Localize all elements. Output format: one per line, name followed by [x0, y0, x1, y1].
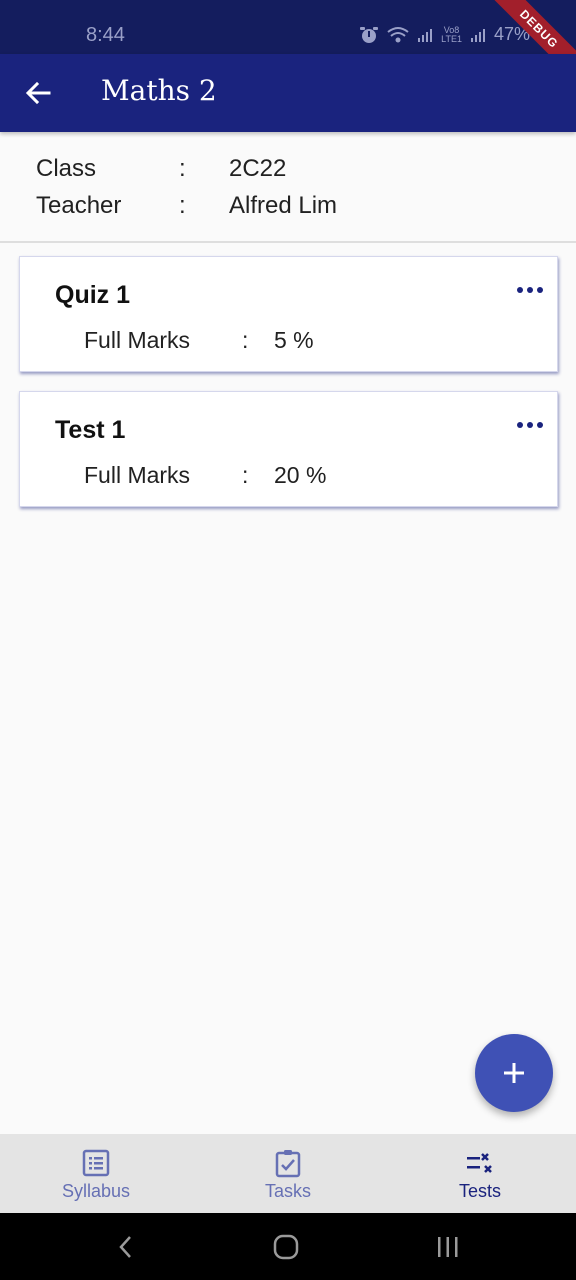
page-title: Maths 2: [101, 74, 217, 107]
system-home-button[interactable]: [270, 1231, 302, 1263]
full-marks-row: Full Marks : 20 %: [84, 462, 326, 489]
clipboard-check-icon: [275, 1150, 301, 1178]
chevron-left-icon: [119, 1236, 131, 1258]
alarm-icon: [360, 26, 379, 43]
bottom-navigation: Syllabus Tasks Tests: [0, 1134, 576, 1213]
info-row-class: Class : 2C22: [36, 150, 337, 187]
list-icon: [82, 1149, 110, 1177]
plus-icon: [504, 1063, 524, 1083]
info-row-teacher: Teacher : Alfred Lim: [36, 187, 337, 224]
system-recents-button[interactable]: [432, 1231, 464, 1263]
volte-indicator: Vo8 LTE1: [441, 25, 462, 44]
system-back-button[interactable]: [110, 1231, 142, 1263]
full-marks-value: 20 %: [274, 462, 327, 488]
back-button[interactable]: [20, 75, 56, 111]
more-options-button[interactable]: [517, 420, 543, 430]
info-label: Teacher: [36, 191, 122, 219]
nav-label: Tasks: [264, 1181, 311, 1201]
full-marks-separator: :: [242, 462, 249, 488]
home-icon: [273, 1234, 299, 1260]
signal-icon: [418, 28, 433, 42]
test-title: Test 1: [55, 416, 126, 444]
status-time: 8:44: [86, 24, 125, 46]
test-card[interactable]: Quiz 1 Full Marks : 5 %: [19, 256, 558, 372]
info-separator: :: [179, 191, 186, 219]
divider: [0, 241, 576, 243]
nav-item-syllabus[interactable]: Syllabus: [0, 1134, 192, 1213]
full-marks-label: Full Marks: [84, 327, 191, 353]
carrier-bottom: LTE1: [441, 33, 462, 44]
arrow-back-icon: [25, 81, 51, 105]
nav-label: Syllabus: [61, 1181, 131, 1201]
more-options-button[interactable]: [517, 285, 543, 295]
wifi-icon: [387, 26, 409, 42]
test-title: Quiz 1: [55, 281, 131, 309]
full-marks-value: 5 %: [274, 327, 314, 353]
info-value: Alfred Lim: [229, 191, 338, 219]
full-marks-row: Full Marks : 5 %: [84, 327, 314, 354]
nav-label: Tests: [458, 1181, 501, 1201]
more-horiz-icon: [517, 422, 523, 428]
full-marks-label: Full Marks: [84, 462, 191, 488]
system-navigation-bar: [0, 1213, 576, 1280]
recents-icon: [438, 1237, 458, 1257]
nav-item-tasks[interactable]: Tasks: [192, 1134, 384, 1213]
info-separator: :: [179, 154, 186, 182]
more-horiz-icon: [517, 287, 523, 293]
add-test-button[interactable]: [475, 1034, 553, 1112]
class-info: Class : 2C22 Teacher : Alfred Lim: [36, 150, 337, 224]
app-bar: Maths 2: [0, 54, 576, 132]
full-marks-separator: :: [242, 327, 249, 353]
nav-item-tests[interactable]: Tests: [384, 1134, 576, 1213]
info-value: 2C22: [229, 154, 287, 182]
status-bar: 8:44 Vo8 LTE1 47% DEBUG: [0, 0, 576, 90]
checklist-icon: [467, 1153, 492, 1173]
info-label: Class: [36, 154, 97, 182]
test-card[interactable]: Test 1 Full Marks : 20 %: [19, 391, 558, 507]
